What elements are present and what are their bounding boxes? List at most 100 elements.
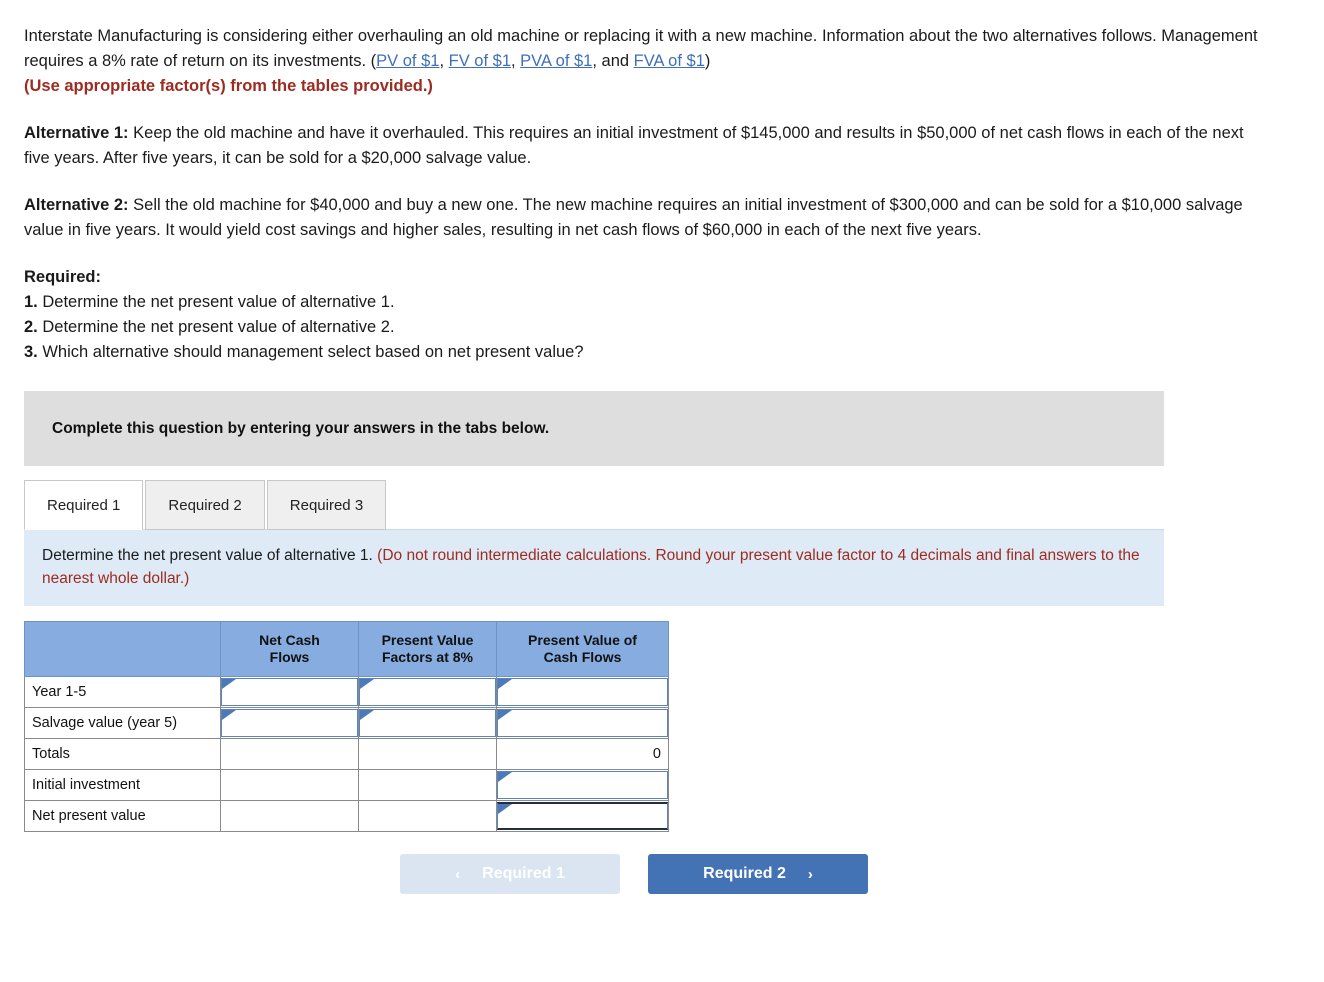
row-label-net-present-value: Net present value	[24, 800, 221, 832]
table-row-initial-investment: Initial investment	[24, 769, 669, 801]
alternative-1-paragraph: Alternative 1: Keep the old machine and …	[24, 121, 1272, 171]
intro-paragraph: Interstate Manufacturing is considering …	[24, 24, 1272, 99]
input-box	[221, 709, 358, 737]
alternative-2-text: Sell the old machine for $40,000 and buy…	[24, 196, 1243, 239]
tab-required-3-label: Required 3	[289, 496, 364, 514]
tab-required-2-label: Required 2	[168, 496, 242, 514]
column-header-pv-factors-line1: Present Value	[381, 632, 474, 648]
column-header-pv-factors-line2: Factors at 8%	[381, 649, 474, 665]
column-header-net-cash-flows: Net Cash Flows	[220, 621, 359, 677]
cell-totals-net-cash-flows	[220, 738, 359, 770]
cell-initial-investment-pv-factor	[358, 769, 497, 801]
tab-required-1-label: Required 1	[47, 496, 121, 514]
alternative-2-label: Alternative 2:	[24, 196, 129, 214]
input-cell-year15-pv-factor[interactable]	[358, 676, 497, 708]
input-box	[221, 678, 358, 706]
alternative-1-text: Keep the old machine and have it overhau…	[24, 124, 1244, 167]
instruction-main-text: Determine the net present value of alter…	[42, 547, 378, 564]
field-salvage-pv-factor[interactable]	[360, 710, 495, 736]
input-box	[359, 678, 496, 706]
field-year15-pv-factor[interactable]	[360, 679, 495, 705]
input-cell-npv-pv-cash-flows[interactable]	[496, 800, 669, 832]
input-box	[497, 678, 668, 706]
tab-bar: Required 1 Required 2 Required 3	[24, 478, 1164, 530]
field-salvage-pv-cash-flows[interactable]	[498, 710, 667, 736]
tab-required-3[interactable]: Required 3	[266, 480, 387, 530]
next-required-2-label: Required 2	[703, 865, 786, 882]
required-item-3-number: 3.	[24, 343, 38, 361]
required-item-3: 3. Which alternative should management s…	[24, 340, 1324, 365]
field-year15-pv-cash-flows[interactable]	[498, 679, 667, 705]
link-separator-3: , and	[592, 52, 634, 70]
tab-required-1[interactable]: Required 1	[24, 480, 144, 530]
input-box	[359, 709, 496, 737]
cell-marker-icon	[222, 679, 236, 689]
field-npv-pv-cash-flows[interactable]	[498, 804, 667, 828]
column-header-net-cash-flows-line1: Net Cash	[259, 632, 320, 648]
complete-question-banner-text: Complete this question by entering your …	[52, 419, 550, 437]
intro-text-part2: )	[704, 52, 711, 70]
complete-question-banner: Complete this question by entering your …	[24, 391, 1164, 466]
use-factors-note: (Use appropriate factor(s) from the tabl…	[24, 77, 433, 95]
row-label-year-1-5: Year 1-5	[24, 676, 221, 708]
cell-marker-icon	[222, 710, 236, 720]
column-header-pv-cash-flows-line1: Present Value of	[528, 632, 637, 648]
instruction-panel: Determine the net present value of alter…	[24, 529, 1164, 606]
required-item-2-number: 2.	[24, 318, 38, 336]
npv-worksheet-table: Net Cash Flows Present Value Factors at …	[24, 621, 669, 832]
table-row-net-present-value: Net present value	[24, 800, 669, 832]
tab-navigation: ‹ Required 1 Required 2 ›	[24, 854, 1164, 894]
input-cell-salvage-net-cash-flows[interactable]	[220, 707, 359, 739]
required-item-2: 2. Determine the net present value of al…	[24, 315, 1324, 340]
link-separator-1: ,	[439, 52, 449, 70]
cell-totals-pv-factor	[358, 738, 497, 770]
link-separator-2: ,	[511, 52, 521, 70]
row-label-totals: Totals	[24, 738, 221, 770]
column-header-pv-cash-flows: Present Value of Cash Flows	[496, 621, 669, 677]
question-page: Interstate Manufacturing is considering …	[0, 0, 1324, 982]
input-cell-salvage-pv-factor[interactable]	[358, 707, 497, 739]
cell-marker-icon	[498, 772, 512, 782]
input-box	[497, 709, 668, 737]
table-header-row: Net Cash Flows Present Value Factors at …	[24, 621, 669, 677]
alternative-2-paragraph: Alternative 2: Sell the old machine for …	[24, 193, 1272, 243]
input-box	[497, 771, 668, 799]
chevron-left-icon: ‹	[455, 865, 461, 883]
cell-initial-investment-net-cash-flows	[220, 769, 359, 801]
table-row-totals: Totals 0	[24, 738, 669, 770]
input-box	[497, 802, 668, 830]
input-cell-salvage-pv-cash-flows[interactable]	[496, 707, 669, 739]
field-initial-investment-pv-cash-flows[interactable]	[498, 772, 667, 798]
cell-npv-pv-factor	[358, 800, 497, 832]
cell-totals-pv-cash-flows: 0	[496, 738, 669, 770]
cell-marker-icon	[498, 679, 512, 689]
input-cell-year15-net-cash-flows[interactable]	[220, 676, 359, 708]
row-label-salvage-value: Salvage value (year 5)	[24, 707, 221, 739]
input-cell-initial-investment-pv-cash-flows[interactable]	[496, 769, 669, 801]
field-salvage-net-cash-flows[interactable]	[222, 710, 357, 736]
column-header-blank	[24, 621, 221, 677]
column-header-pv-cash-flows-line2: Cash Flows	[543, 649, 622, 665]
input-cell-year15-pv-cash-flows[interactable]	[496, 676, 669, 708]
link-fva-of-1[interactable]: FVA of $1	[634, 52, 705, 70]
required-heading: Required:	[24, 268, 102, 286]
next-required-2-button[interactable]: Required 2 ›	[648, 854, 868, 894]
required-item-1: 1. Determine the net present value of al…	[24, 290, 1324, 315]
chevron-right-icon: ›	[807, 865, 813, 883]
link-fv-of-1[interactable]: FV of $1	[449, 52, 511, 70]
row-label-initial-investment: Initial investment	[24, 769, 221, 801]
tab-required-2[interactable]: Required 2	[145, 480, 265, 530]
cell-marker-icon	[360, 710, 374, 720]
prev-required-1-button[interactable]: ‹ Required 1	[400, 854, 620, 894]
cell-npv-net-cash-flows	[220, 800, 359, 832]
field-year15-net-cash-flows[interactable]	[222, 679, 357, 705]
prev-required-1-label: Required 1	[482, 865, 565, 882]
table-row-salvage-value: Salvage value (year 5)	[24, 707, 669, 739]
cell-marker-icon	[498, 804, 512, 814]
required-list: Required: 1. Determine the net present v…	[24, 265, 1324, 365]
required-item-2-text: Determine the net present value of alter…	[37, 318, 395, 336]
table-row-year-1-5: Year 1-5	[24, 676, 669, 708]
cell-marker-icon	[498, 710, 512, 720]
link-pv-of-1[interactable]: PV of $1	[376, 52, 439, 70]
link-pva-of-1[interactable]: PVA of $1	[520, 52, 592, 70]
